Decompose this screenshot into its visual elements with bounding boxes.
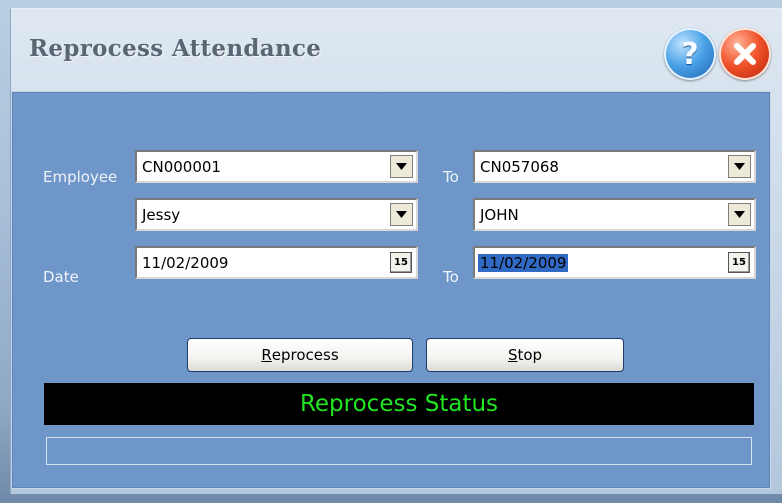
help-glyph: ? — [681, 36, 699, 72]
reprocess-status-bar: Reprocess Status — [44, 383, 754, 425]
employee-label: Employee — [43, 168, 118, 186]
date-label: Date — [43, 268, 79, 286]
chevron-down-icon[interactable] — [728, 155, 751, 178]
form-panel: Employee CN000001 To CN057068 Jessy JOHN — [11, 91, 771, 489]
close-icon[interactable] — [719, 28, 771, 80]
stop-mnemonic: S — [507, 346, 518, 364]
stop-label: top — [517, 346, 543, 364]
calendar-icon[interactable]: 15 — [728, 252, 750, 273]
chevron-down-icon[interactable] — [728, 203, 751, 226]
title-bar: Reprocess Attendance ? — [11, 9, 782, 89]
date-from-picker[interactable]: 11/02/2009 15 — [135, 246, 418, 279]
employee-to-name-combo[interactable]: JOHN — [473, 198, 756, 231]
reprocess-button[interactable]: Reprocess — [187, 338, 413, 372]
reprocess-attendance-window: Reprocess Attendance ? Employee CN000001… — [10, 8, 782, 494]
chevron-down-icon[interactable] — [390, 203, 413, 226]
date-to-label: To — [443, 268, 459, 286]
reprocess-mnemonic: R — [261, 346, 272, 364]
employee-from-name-value: Jessy — [142, 206, 181, 224]
employee-to-name-value: JOHN — [480, 206, 519, 224]
date-to-value: 11/02/2009 — [478, 254, 569, 272]
chevron-down-icon[interactable] — [390, 155, 413, 178]
stop-button[interactable]: Stop — [426, 338, 624, 372]
employee-to-label: To — [443, 168, 459, 186]
status-text: Reprocess Status — [299, 391, 499, 417]
employee-from-name-combo[interactable]: Jessy — [135, 198, 418, 231]
help-icon[interactable]: ? — [664, 28, 716, 80]
window-title: Reprocess Attendance — [29, 35, 322, 62]
calendar-icon[interactable]: 15 — [390, 252, 412, 273]
close-x-shape — [734, 43, 756, 65]
date-from-value: 11/02/2009 — [142, 254, 229, 272]
reprocess-label: eprocess — [271, 346, 339, 364]
employee-from-code-combo[interactable]: CN000001 — [135, 150, 418, 183]
employee-from-code-value: CN000001 — [142, 158, 221, 176]
progress-bar — [46, 437, 752, 465]
employee-to-code-value: CN057068 — [480, 158, 559, 176]
date-to-picker[interactable]: 11/02/2009 15 — [473, 246, 756, 279]
employee-to-code-combo[interactable]: CN057068 — [473, 150, 756, 183]
